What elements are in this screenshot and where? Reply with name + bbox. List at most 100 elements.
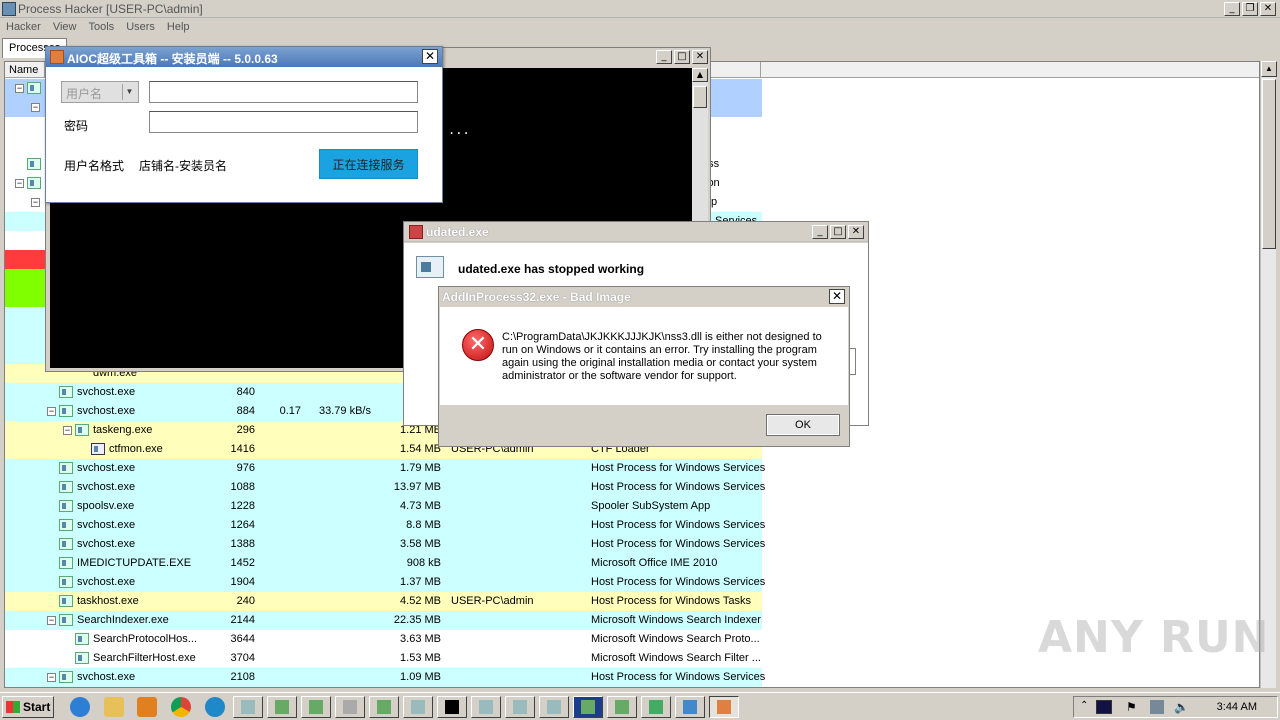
udated-titlebar[interactable]: udated.exe _ □ ✕ bbox=[404, 222, 868, 242]
tool-icon bbox=[343, 700, 357, 714]
taskbar-console[interactable] bbox=[437, 696, 467, 718]
table-row[interactable]: svchost.exe 976 1.79 MB Host Process for Wi… bbox=[5, 459, 765, 478]
password-input[interactable] bbox=[149, 111, 418, 133]
table-row[interactable]: svchost.exe 1388 3.58 MB Host Process for W… bbox=[5, 535, 765, 554]
console-scroll-thumb[interactable] bbox=[693, 86, 707, 108]
table-row[interactable]: svchost.exe 1264 8.8 MB Host Process for Wi… bbox=[5, 516, 765, 535]
bad-image-titlebar[interactable]: AddInProcess32.exe - Bad Image ✕ bbox=[439, 287, 849, 307]
taskbar-app-7[interactable] bbox=[471, 696, 501, 718]
chevron-down-icon[interactable]: ▼ bbox=[122, 84, 136, 100]
username-input[interactable] bbox=[149, 81, 418, 103]
menu-hacker[interactable]: Hacker bbox=[0, 19, 47, 37]
taskbar-app-5[interactable] bbox=[369, 696, 399, 718]
window-icon bbox=[479, 700, 493, 714]
row-pid: 2144 bbox=[230, 614, 255, 626]
connect-button[interactable]: 正在连接服务 bbox=[319, 149, 418, 179]
edge-icon[interactable] bbox=[205, 697, 225, 717]
table-row[interactable]: IMEDICTUPDATE.EXE 1452 908 kB Microsoft Off… bbox=[5, 554, 762, 573]
chrome-icon[interactable] bbox=[171, 697, 191, 717]
udated-title: udated.exe bbox=[426, 225, 489, 239]
aioc-close-icon[interactable]: ✕ bbox=[422, 49, 438, 64]
row-memory: 4.73 MB bbox=[400, 500, 441, 512]
process-icon bbox=[59, 405, 73, 417]
row-name: svchost.exe bbox=[77, 481, 136, 493]
process-icon bbox=[59, 557, 73, 569]
ie-icon[interactable] bbox=[70, 697, 90, 717]
taskbar-app-9[interactable] bbox=[539, 696, 569, 718]
expander[interactable]: − bbox=[31, 103, 40, 112]
taskbar-app-8[interactable] bbox=[505, 696, 535, 718]
bad-image-close-icon[interactable]: ✕ bbox=[829, 289, 845, 304]
expander[interactable]: − bbox=[31, 198, 40, 207]
aioc-titlebar[interactable]: AIOC超级工具箱 -- 安装员端 -- 5.0.0.63 ✕ bbox=[46, 47, 442, 67]
row-desc: Host Process for Windows Services bbox=[591, 481, 766, 493]
console-maximize-button[interactable]: □ bbox=[674, 50, 690, 64]
menu-view[interactable]: View bbox=[47, 19, 83, 37]
expander[interactable]: − bbox=[47, 616, 56, 625]
taskbar-app-10[interactable] bbox=[573, 696, 603, 718]
taskbar-app-2[interactable] bbox=[267, 696, 297, 718]
volume-icon[interactable]: 🔈 bbox=[1174, 700, 1189, 714]
main-scrollbar[interactable]: ▲ bbox=[1260, 61, 1277, 688]
error-icon: ✕ bbox=[462, 329, 494, 361]
console-minimize-button[interactable]: _ bbox=[656, 50, 672, 64]
minimize-button[interactable]: _ bbox=[1224, 2, 1240, 16]
taskbar-app-12[interactable] bbox=[641, 696, 671, 718]
console-close-button[interactable]: ✕ bbox=[692, 50, 708, 64]
udated-close-button[interactable]: ✕ bbox=[848, 225, 864, 239]
menu-users[interactable]: Users bbox=[120, 19, 161, 37]
window-icon bbox=[547, 700, 561, 714]
scroll-up-icon[interactable]: ▲ bbox=[692, 68, 708, 82]
taskbar-app-11[interactable] bbox=[607, 696, 637, 718]
taskbar-app-3[interactable] bbox=[301, 696, 331, 718]
menu-tools[interactable]: Tools bbox=[83, 19, 121, 37]
row-memory: 1.37 MB bbox=[400, 576, 441, 588]
process-icon bbox=[59, 595, 73, 607]
expander[interactable]: − bbox=[63, 426, 72, 435]
table-row[interactable]: SearchFilterHost.exe 3704 1.53 MB Microsoft… bbox=[5, 649, 762, 668]
table-row[interactable]: svchost.exe 1904 1.37 MB Host Process for W… bbox=[5, 573, 765, 592]
username-type-select[interactable]: 用户名 ▼ bbox=[61, 81, 139, 103]
expander[interactable]: − bbox=[47, 673, 56, 682]
scroll-thumb[interactable] bbox=[1262, 79, 1276, 249]
taskbar-aioc[interactable] bbox=[709, 696, 739, 718]
expander[interactable]: − bbox=[15, 84, 24, 93]
expander[interactable]: − bbox=[47, 407, 56, 416]
tray-expand-icon[interactable]: ⌃ bbox=[1080, 700, 1088, 711]
start-button[interactable]: Start bbox=[2, 696, 54, 718]
table-row[interactable]: − SearchIndexer.exe 2144 22.35 MB Microsoft … bbox=[5, 611, 762, 630]
menu-help[interactable]: Help bbox=[161, 19, 196, 37]
taskbar-app-13[interactable] bbox=[675, 696, 705, 718]
row-memory: 3.58 MB bbox=[400, 538, 441, 550]
udated-maximize-button[interactable]: □ bbox=[830, 225, 846, 239]
table-row[interactable]: svchost.exe 1088 13.97 MB Host Process for … bbox=[5, 478, 766, 497]
udated-minimize-button[interactable]: _ bbox=[812, 225, 828, 239]
column-name[interactable]: Name bbox=[5, 62, 45, 77]
table-row[interactable]: SearchProtocolHos... 3644 3.63 MB Microsoft… bbox=[5, 630, 762, 649]
flag-icon[interactable]: ⚑ bbox=[1126, 700, 1137, 714]
taskbar-app-1[interactable] bbox=[233, 696, 263, 718]
password-label: 密码 bbox=[64, 119, 89, 133]
table-row[interactable]: spoolsv.exe 1228 4.73 MB Spooler SubSystem … bbox=[5, 497, 762, 516]
row-strip bbox=[5, 231, 45, 250]
restore-button[interactable]: ❐ bbox=[1242, 2, 1258, 16]
main-titlebar[interactable]: Process Hacker [USER-PC\admin] _ ❐ ✕ bbox=[0, 0, 1280, 18]
close-button[interactable]: ✕ bbox=[1260, 2, 1276, 16]
scroll-up-icon[interactable]: ▲ bbox=[1261, 61, 1277, 77]
process-icon bbox=[75, 633, 89, 645]
folder-icon[interactable] bbox=[104, 697, 124, 717]
expander[interactable]: − bbox=[15, 179, 24, 188]
row-pid: 1228 bbox=[230, 500, 255, 512]
taskbar-app-6[interactable] bbox=[403, 696, 433, 718]
table-row[interactable]: taskhost.exe 240 4.52 MB USER-PC\admin Host … bbox=[5, 592, 762, 611]
ok-button[interactable]: OK bbox=[766, 414, 840, 436]
row-desc: Microsoft Windows Search Proto... bbox=[591, 633, 760, 645]
process-hacker-tray-icon[interactable] bbox=[1096, 700, 1112, 714]
network-icon[interactable] bbox=[1150, 700, 1164, 714]
row-memory: 1.54 MB bbox=[400, 443, 441, 455]
taskbar-app-4[interactable] bbox=[335, 696, 365, 718]
start-label: Start bbox=[23, 700, 51, 714]
media-player-icon[interactable] bbox=[137, 697, 157, 717]
table-row[interactable]: − svchost.exe 2108 1.09 MB Host Process for … bbox=[5, 668, 765, 687]
row-name: svchost.exe bbox=[77, 671, 136, 683]
